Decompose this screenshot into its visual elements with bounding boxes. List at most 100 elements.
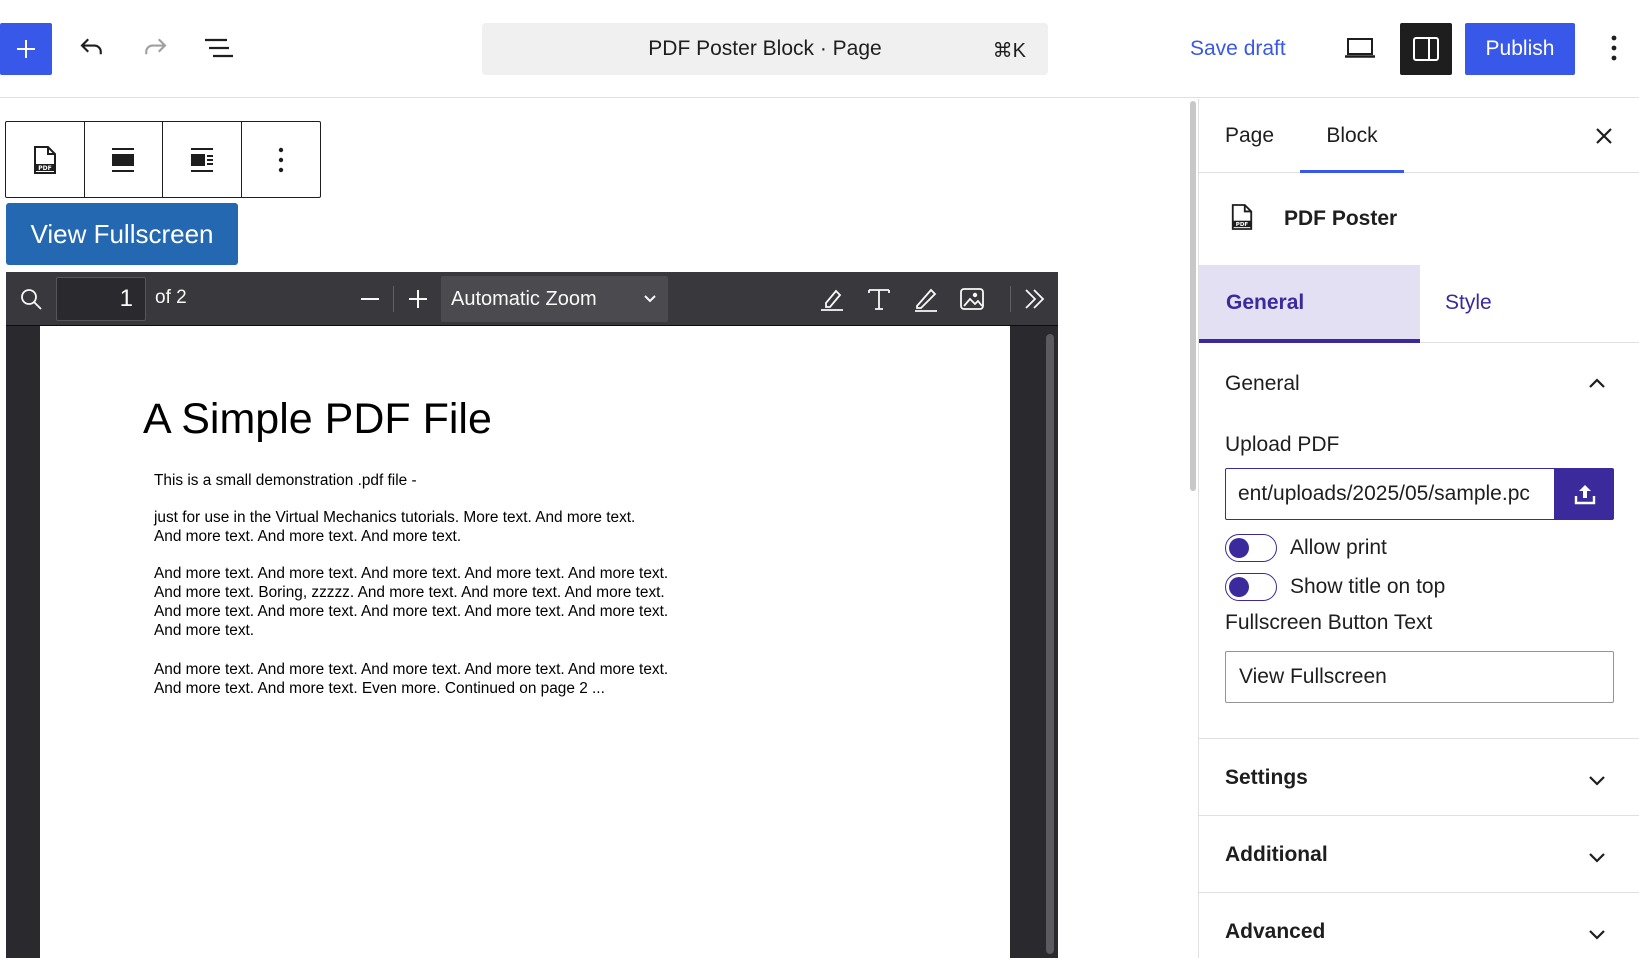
image-icon xyxy=(960,288,984,310)
additional-panel[interactable]: Additional xyxy=(1199,817,1639,893)
undo-icon xyxy=(80,38,102,55)
sidebar-icon xyxy=(1413,37,1439,61)
command-shortcut: ⌘K xyxy=(992,40,1026,62)
allow-print-toggle[interactable] xyxy=(1225,534,1277,562)
pdf-page: A Simple PDF File This is a small demons… xyxy=(40,326,1010,958)
pdf-file-icon: PDF xyxy=(1230,202,1254,237)
scrollbar-thumb[interactable] xyxy=(1190,101,1196,491)
editor-canvas: PDF View Fullscreen 1 of 2 Automatic Zoo… xyxy=(0,99,1186,958)
toolbar-divider xyxy=(1010,286,1011,312)
additional-panel-title: Additional xyxy=(1225,843,1328,866)
tab-style[interactable]: Style xyxy=(1445,265,1492,343)
block-type-button[interactable]: PDF xyxy=(6,122,85,197)
more-vertical-icon xyxy=(278,147,283,172)
pdf-scrollbar[interactable] xyxy=(1046,334,1054,954)
sidebar-tabs: Page Block xyxy=(1199,99,1639,173)
align-right-button[interactable] xyxy=(163,122,242,197)
allow-print-row: Allow print xyxy=(1225,534,1387,562)
tab-block[interactable]: Block xyxy=(1300,99,1404,173)
block-name: PDF Poster xyxy=(1284,207,1398,230)
more-vertical-icon xyxy=(1611,35,1617,61)
document-title: PDF Poster Block · Page xyxy=(648,37,882,60)
fullscreen-text-label: Fullscreen Button Text xyxy=(1225,611,1433,634)
tab-page[interactable]: Page xyxy=(1225,99,1274,173)
pdf-viewer: 1 of 2 Automatic Zoom A Simple PDF File … xyxy=(6,272,1058,958)
pdf-paragraph: This is a small demonstration .pdf file … xyxy=(154,472,417,489)
add-block-button[interactable] xyxy=(0,23,52,75)
undo-button[interactable] xyxy=(70,26,114,70)
search-icon xyxy=(21,289,42,310)
plus-icon xyxy=(409,290,427,308)
block-card: PDF PDF Poster xyxy=(1199,174,1639,265)
redo-button[interactable] xyxy=(133,26,177,70)
image-tool-button[interactable] xyxy=(956,283,988,315)
close-icon xyxy=(1596,128,1612,144)
tools-menu-button[interactable] xyxy=(1019,283,1051,315)
block-options-button[interactable] xyxy=(242,122,321,197)
upload-pdf-button[interactable] xyxy=(1555,468,1614,520)
pdf-paragraph: And more text. And more text. And more t… xyxy=(154,661,669,697)
advanced-panel[interactable]: Advanced xyxy=(1199,894,1639,958)
advanced-panel-title: Advanced xyxy=(1225,920,1326,943)
upload-pdf-value: ent/uploads/2025/05/sample.pc xyxy=(1238,482,1530,505)
list-view-icon xyxy=(205,38,233,58)
upload-pdf-label: Upload PDF xyxy=(1225,433,1340,456)
upload-pdf-input[interactable]: ent/uploads/2025/05/sample.pc xyxy=(1225,468,1555,520)
page-number-input[interactable]: 1 xyxy=(56,277,146,321)
show-title-label: Show title on top xyxy=(1290,575,1446,598)
options-menu-button[interactable] xyxy=(1594,26,1634,70)
document-overview-button[interactable] xyxy=(197,26,241,70)
text-tool-button[interactable] xyxy=(863,283,895,315)
general-panel-toggle[interactable]: General xyxy=(1225,372,1300,396)
save-draft-button[interactable]: Save draft xyxy=(1190,30,1286,68)
plus-icon xyxy=(17,40,35,58)
settings-toggle-button[interactable] xyxy=(1400,23,1452,75)
upload-icon xyxy=(1574,485,1595,505)
show-title-toggle[interactable] xyxy=(1225,573,1277,601)
minus-icon xyxy=(361,298,379,300)
pdf-paragraph: just for use in the Virtual Mechanics tu… xyxy=(154,509,636,545)
allow-print-label: Allow print xyxy=(1290,536,1387,559)
zoom-in-button[interactable] xyxy=(403,284,433,314)
settings-panel[interactable]: Settings xyxy=(1199,740,1639,816)
align-wide-button[interactable] xyxy=(85,122,163,197)
show-title-row: Show title on top xyxy=(1225,573,1445,601)
chevron-down-icon xyxy=(1585,845,1609,869)
pdf-paragraph: And more text. And more text. And more t… xyxy=(154,565,669,639)
text-icon xyxy=(868,289,890,310)
media-text-icon xyxy=(190,147,213,172)
chevron-up-icon[interactable] xyxy=(1585,372,1609,396)
preview-button[interactable] xyxy=(1338,26,1382,70)
pen-icon xyxy=(915,288,937,312)
publish-button[interactable]: Publish xyxy=(1465,23,1575,75)
command-palette-bar[interactable]: PDF Poster Block · Page ⌘K xyxy=(482,23,1048,75)
tab-general[interactable]: General xyxy=(1199,265,1420,343)
general-panel: General Upload PDF ent/uploads/2025/05/s… xyxy=(1199,344,1639,739)
svg-text:PDF: PDF xyxy=(38,165,51,172)
block-toolbar: PDF xyxy=(5,121,321,198)
canvas-scrollbar[interactable] xyxy=(1188,99,1199,958)
zoom-out-button[interactable] xyxy=(355,284,385,314)
chevron-down-icon xyxy=(1585,768,1609,792)
editor-header: PDF Poster Block · Page ⌘K Save draft Pu… xyxy=(0,0,1639,98)
chevron-down-icon xyxy=(1585,922,1609,946)
highlight-tool-button[interactable] xyxy=(816,283,848,315)
double-chevron-right-icon xyxy=(1025,289,1045,309)
block-inner-tabs: General Style xyxy=(1199,265,1639,343)
highlighter-icon xyxy=(821,289,843,311)
pdf-file-icon: PDF xyxy=(33,145,56,174)
close-sidebar-button[interactable] xyxy=(1587,119,1621,153)
align-full-icon xyxy=(112,147,135,172)
svg-text:PDF: PDF xyxy=(1236,222,1249,228)
zoom-select[interactable]: Automatic Zoom xyxy=(441,276,668,322)
view-fullscreen-button[interactable]: View Fullscreen xyxy=(6,203,238,265)
redo-icon xyxy=(145,38,167,55)
page-count: of 2 xyxy=(155,287,187,308)
pdf-search-button[interactable] xyxy=(16,284,46,314)
pdf-viewer-toolbar: 1 of 2 Automatic Zoom xyxy=(6,272,1058,326)
fullscreen-text-input[interactable]: View Fullscreen xyxy=(1225,651,1614,703)
settings-sidebar: Page Block PDF PDF Poster General Style … xyxy=(1199,99,1639,958)
settings-panel-title: Settings xyxy=(1225,766,1308,789)
draw-tool-button[interactable] xyxy=(910,283,942,315)
pdf-document-title: A Simple PDF File xyxy=(143,395,492,443)
